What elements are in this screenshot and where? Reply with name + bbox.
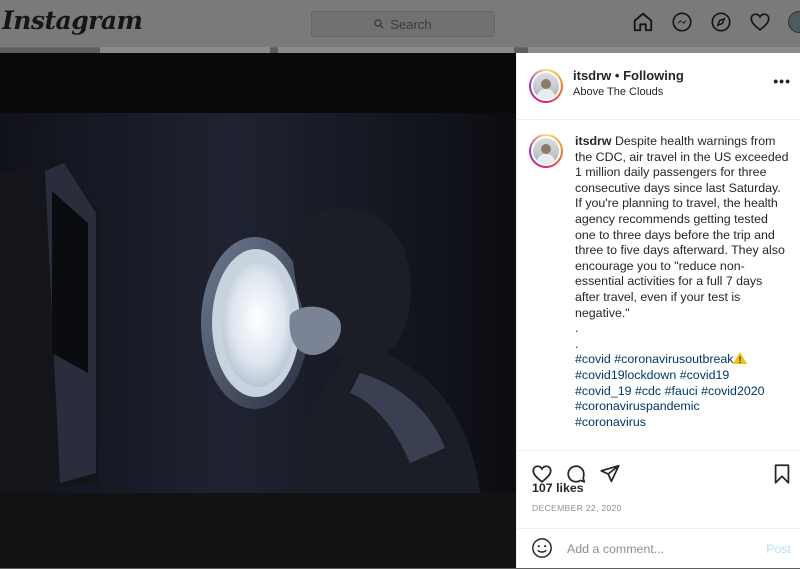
hashtag-link[interactable]: #covid_19 bbox=[575, 384, 632, 398]
following-button[interactable]: Following bbox=[623, 68, 684, 83]
post-image[interactable] bbox=[0, 53, 516, 568]
bookmark-icon[interactable] bbox=[771, 463, 793, 485]
author-avatar[interactable] bbox=[529, 69, 563, 103]
caption-username[interactable]: itsdrw bbox=[575, 134, 612, 148]
hashtag-link[interactable]: #coronavirusoutbreak bbox=[614, 352, 733, 366]
hashtag-link[interactable]: #coronavirus bbox=[575, 415, 646, 429]
likes-count[interactable]: 107 likes bbox=[532, 481, 584, 495]
hashtag-line: #coronaviruspandemic bbox=[575, 399, 789, 415]
comment-input[interactable] bbox=[565, 537, 749, 561]
messenger-icon[interactable] bbox=[671, 11, 693, 33]
instagram-logo[interactable]: Instagram bbox=[2, 6, 143, 35]
hashtag-link[interactable]: #cdc bbox=[635, 384, 661, 398]
caption-avatar[interactable] bbox=[529, 134, 563, 168]
heart-icon[interactable] bbox=[749, 11, 771, 33]
home-icon[interactable] bbox=[632, 11, 654, 33]
post-comment-button[interactable]: Post bbox=[766, 542, 791, 556]
hashtag-link[interactable]: #covid19 bbox=[680, 368, 730, 382]
hashtag-link[interactable]: #covid2020 bbox=[701, 384, 764, 398]
hashtag-link[interactable]: #covid bbox=[575, 352, 611, 366]
caption-text: Despite health warnings from the CDC, ai… bbox=[575, 134, 789, 320]
post-header: itsdrw • Following Above The Clouds ••• bbox=[517, 53, 800, 120]
caption-dot: . bbox=[575, 321, 579, 336]
hashtag-link[interactable]: #covid19lockdown bbox=[575, 368, 676, 382]
follow-separator: • bbox=[614, 68, 620, 83]
emoji-icon[interactable] bbox=[531, 537, 553, 559]
comments-area[interactable]: itsdrw Despite health warnings from the … bbox=[517, 120, 800, 450]
hashtag-link[interactable]: #coronaviruspandemic bbox=[575, 399, 700, 413]
hashtag-line: #covid19lockdown #covid19 bbox=[575, 368, 789, 384]
post-date: DECEMBER 22, 2020 bbox=[532, 503, 622, 513]
post-caption: itsdrw Despite health warnings from the … bbox=[575, 134, 789, 430]
explore-icon[interactable] bbox=[710, 11, 732, 33]
search-placeholder: Search bbox=[390, 16, 432, 32]
more-options-icon[interactable]: ••• bbox=[773, 73, 791, 89]
post-location[interactable]: Above The Clouds bbox=[573, 86, 663, 98]
hashtag-line: #coronavirus bbox=[575, 415, 789, 431]
hashtag-line: #covid #coronavirusoutbreak bbox=[575, 352, 789, 369]
hashtag-link[interactable]: #fauci bbox=[665, 384, 698, 398]
profile-avatar[interactable] bbox=[788, 11, 800, 33]
search-bar[interactable]: Search bbox=[311, 11, 495, 37]
post-detail-panel: itsdrw • Following Above The Clouds ••• … bbox=[516, 53, 800, 568]
comment-composer: Post bbox=[517, 528, 800, 567]
author-username[interactable]: itsdrw bbox=[573, 68, 611, 83]
post-actions: 107 likes DECEMBER 22, 2020 Post bbox=[517, 450, 800, 569]
hashtag-line: #covid_19 #cdc #fauci #covid2020 bbox=[575, 384, 789, 400]
warning-icon bbox=[733, 352, 748, 369]
caption-dot: . bbox=[575, 336, 579, 351]
top-nav: Instagram Search bbox=[0, 0, 800, 48]
share-send-icon[interactable] bbox=[599, 463, 621, 485]
search-icon bbox=[374, 17, 385, 32]
